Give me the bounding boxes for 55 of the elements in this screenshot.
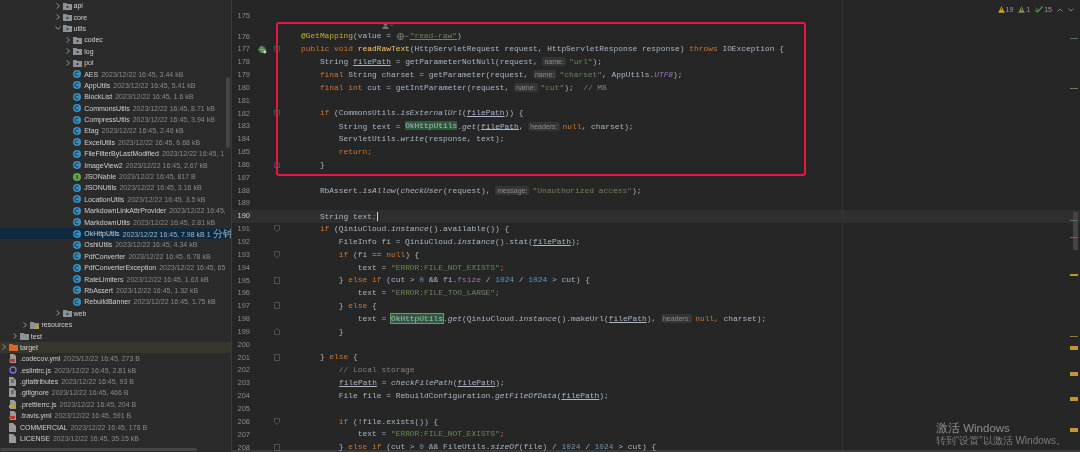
class-icon	[73, 297, 82, 306]
class-icon	[73, 149, 82, 158]
check-icon	[1035, 6, 1044, 13]
class-icon	[73, 218, 82, 227]
resources-folder-icon	[30, 320, 40, 329]
folder-icon	[62, 309, 72, 318]
class-icon	[73, 286, 82, 295]
class-icon	[73, 252, 82, 261]
activation-title: 激活 Windows	[936, 422, 1011, 435]
fold-icon[interactable]	[274, 251, 280, 259]
folder-icon	[73, 58, 83, 67]
ring-icon	[9, 366, 17, 375]
chevron-up-icon[interactable]	[1057, 7, 1063, 12]
class-icon	[73, 104, 82, 113]
warning-icon	[1018, 6, 1026, 13]
folder-icon	[73, 35, 83, 44]
chevron-down-icon[interactable]	[54, 25, 61, 32]
config-file-icon	[9, 399, 17, 409]
class-icon	[73, 92, 82, 101]
folder-icon	[73, 47, 83, 56]
class-icon	[73, 127, 82, 135]
fold-icon[interactable]	[274, 443, 280, 451]
class-icon	[73, 115, 82, 124]
class-icon	[73, 183, 82, 192]
class-icon	[73, 263, 82, 272]
activation-hint: 转到“设置”以激活 Windows。	[936, 435, 1066, 446]
class-icon	[73, 70, 82, 79]
class-icon	[73, 195, 82, 204]
text-cursor	[376, 211, 378, 221]
class-icon	[73, 81, 82, 90]
fold-icon[interactable]	[274, 45, 280, 53]
config-file-icon	[9, 354, 17, 364]
class-icon	[73, 161, 82, 170]
warning-icon	[997, 6, 1005, 13]
class-icon	[73, 275, 82, 284]
chevron-down-icon[interactable]	[1068, 7, 1074, 12]
class-icon	[73, 206, 82, 215]
class-icon	[73, 240, 82, 249]
interface-icon	[73, 172, 82, 181]
class-icon	[73, 138, 82, 147]
class-icon	[73, 229, 82, 238]
fold-icon[interactable]	[274, 328, 280, 336]
fold-icon[interactable]	[274, 161, 280, 169]
fold-icon[interactable]	[274, 225, 280, 233]
fold-icon[interactable]	[274, 418, 280, 426]
user-hint-icon[interactable]	[382, 22, 394, 30]
config-file-icon	[9, 411, 17, 421]
folder-icon	[62, 13, 72, 22]
fold-icon[interactable]	[274, 109, 280, 117]
fold-icon[interactable]	[274, 302, 280, 310]
chevron-right-icon[interactable]	[54, 310, 61, 317]
globe-icon[interactable]	[257, 44, 267, 54]
fold-icon[interactable]	[274, 353, 280, 361]
folder-icon	[62, 24, 72, 33]
fold-icon[interactable]	[274, 276, 280, 284]
